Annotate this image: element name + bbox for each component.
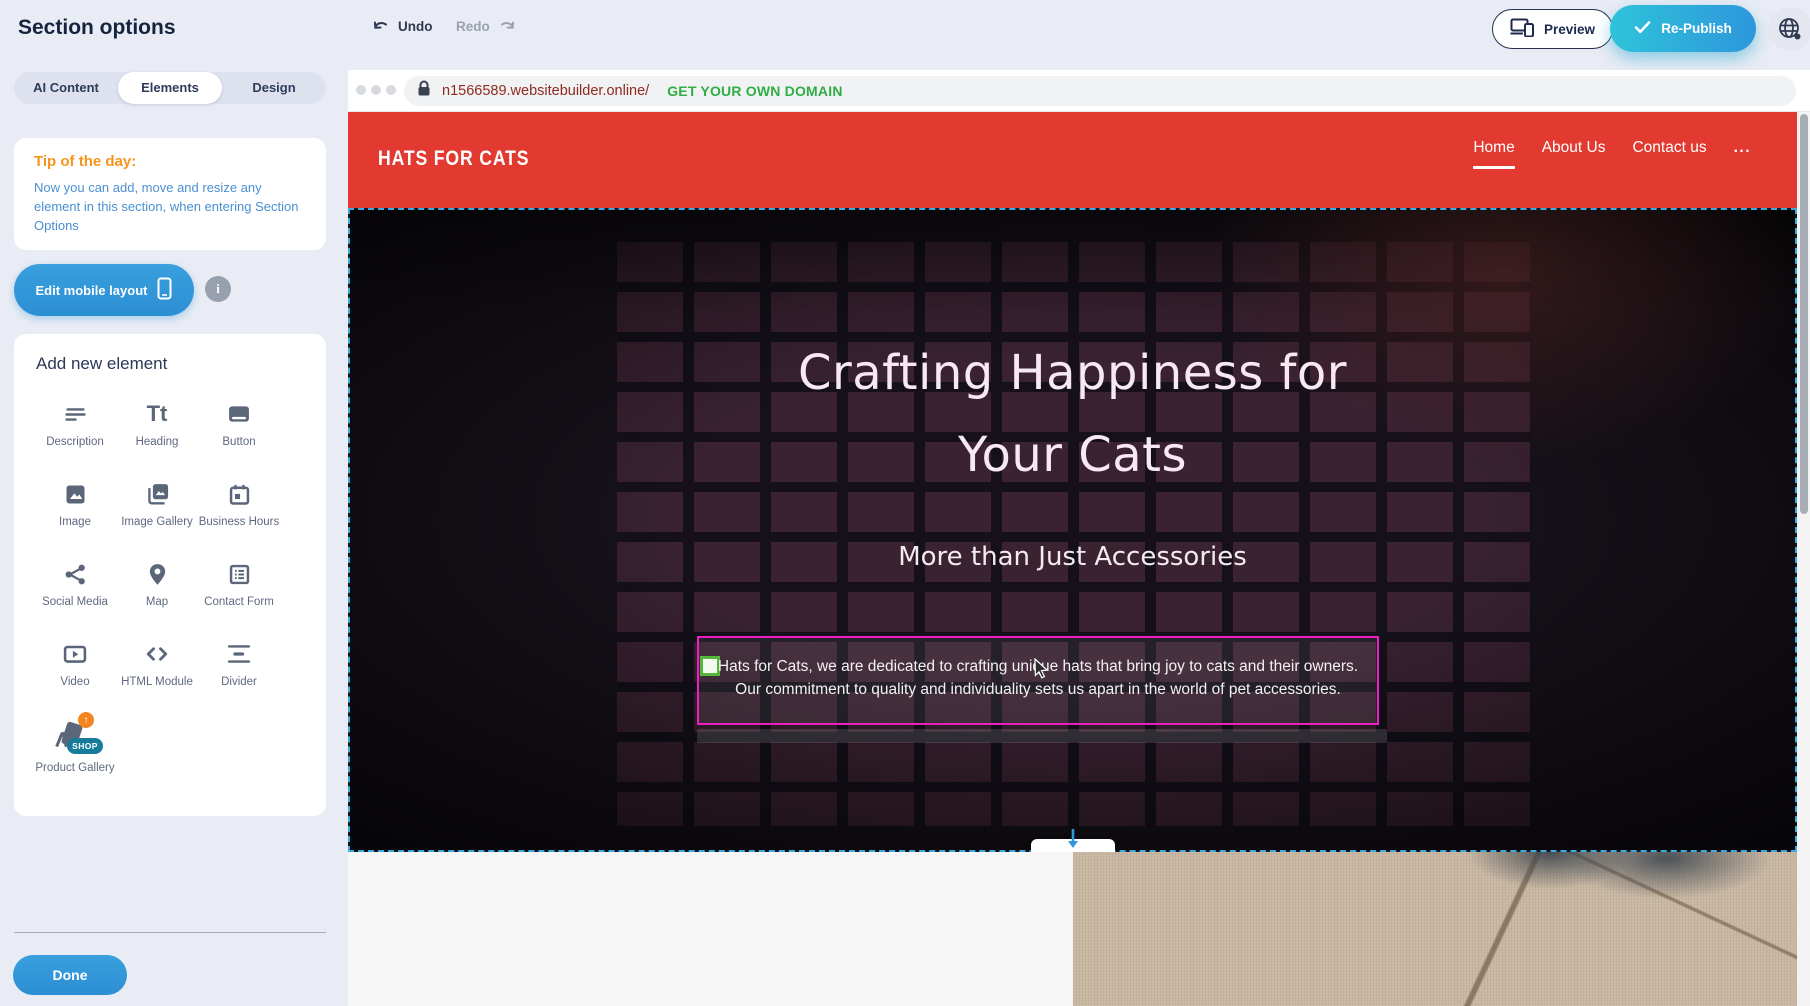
tip-of-the-day-card: Tip of the day: Now you can add, move an… [14, 138, 326, 250]
mobile-phone-icon [157, 277, 172, 303]
tab-design[interactable]: Design [222, 72, 326, 104]
element-html-module[interactable]: HTML Module [116, 638, 198, 718]
element-label: Social Media [42, 595, 108, 610]
get-domain-link[interactable]: GET YOUR OWN DOMAIN [667, 83, 842, 99]
element-heading[interactable]: Tt Heading [116, 398, 198, 478]
globe-button[interactable] [1768, 7, 1810, 51]
scrollbar-thumb[interactable] [1800, 114, 1808, 514]
element-description[interactable]: Description [34, 398, 116, 478]
devices-icon [1510, 18, 1535, 40]
site-url[interactable]: n1566589.websitebuilder.online/ [442, 83, 649, 99]
element-social-media[interactable]: Social Media [34, 558, 116, 638]
element-label: Button [222, 435, 255, 450]
globe-icon [1777, 16, 1803, 42]
nav-home[interactable]: Home [1473, 139, 1514, 169]
image-icon [62, 478, 89, 510]
element-contact-form[interactable]: Contact Form [198, 558, 280, 638]
element-image-gallery[interactable]: Image Gallery [116, 478, 198, 558]
add-panel-title: Add new element [36, 354, 167, 374]
description-icon [62, 398, 89, 430]
edit-mobile-label: Edit mobile layout [36, 283, 148, 298]
hero-paragraph[interactable]: Hats for Cats, we are dedicated to craft… [699, 655, 1377, 701]
check-icon [1634, 20, 1651, 37]
preview-label: Preview [1544, 22, 1595, 37]
html-code-icon [143, 638, 171, 670]
site-nav: Home About Us Contact us ... [1473, 139, 1751, 169]
nav-contact-us[interactable]: Contact us [1632, 139, 1706, 157]
paragraph-element-selected[interactable]: Hats for Cats, we are dedicated to craft… [697, 636, 1379, 725]
info-icon[interactable]: i [205, 276, 231, 302]
element-label: Heading [136, 435, 179, 450]
undo-label: Undo [398, 19, 433, 34]
shop-badge: SHOP [67, 738, 103, 754]
add-element-panel: Add new element Description Tt Heading B… [14, 334, 326, 816]
tip-body: Now you can add, move and resize any ele… [34, 179, 306, 236]
hero-section-selected[interactable]: Crafting Happiness for Your Cats More th… [348, 208, 1797, 852]
element-map[interactable]: Map [116, 558, 198, 638]
undo-icon [373, 17, 391, 36]
done-button[interactable]: Done [13, 955, 127, 995]
sidebar-divider [14, 932, 326, 933]
business-hours-icon [226, 478, 253, 510]
element-label: Image Gallery [121, 515, 193, 530]
lock-icon [417, 80, 431, 102]
undo-button[interactable]: Undo [373, 17, 433, 36]
image-gallery-icon [143, 478, 171, 510]
hero-subtitle[interactable]: More than Just Accessories [350, 542, 1795, 572]
site-header: HATS FOR CATS Home About Us Contact us .… [348, 112, 1797, 208]
element-label: Video [60, 675, 89, 690]
next-section-left-panel [348, 852, 1073, 1006]
upgrade-arrow-badge: ↑ [78, 712, 94, 728]
address-bar[interactable]: n1566589.websitebuilder.online/ GET YOUR… [404, 76, 1796, 106]
element-label: HTML Module [121, 675, 193, 690]
preview-button[interactable]: Preview [1492, 9, 1613, 49]
tip-heading: Tip of the day: [34, 153, 306, 170]
element-label: Product Gallery [35, 761, 114, 776]
edit-mobile-layout-button[interactable]: Edit mobile layout [14, 264, 194, 316]
arrow-down-icon [1066, 829, 1080, 853]
republish-button[interactable]: Re-Publish [1610, 5, 1756, 52]
element-divider[interactable]: Divider [198, 638, 280, 718]
tab-ai-content[interactable]: AI Content [14, 72, 118, 104]
hero-title[interactable]: Crafting Happiness for Your Cats [350, 332, 1795, 496]
preview-scrollbar [1797, 112, 1810, 1006]
element-label: Divider [221, 675, 257, 690]
redo-icon [497, 17, 515, 36]
page-title: Section options [18, 16, 176, 40]
element-button[interactable]: Button [198, 398, 280, 478]
product-gallery-icon: ↑ SHOP [55, 718, 95, 756]
element-label: Description [46, 435, 104, 450]
nav-about-us[interactable]: About Us [1542, 139, 1606, 157]
element-image[interactable]: Image [34, 478, 116, 558]
video-icon [61, 638, 89, 670]
website-builder-app: Section options AI Content Elements Desi… [0, 0, 1810, 1006]
map-pin-icon [144, 558, 171, 590]
element-label: Business Hours [199, 515, 280, 530]
nav-more-button[interactable]: ... [1734, 139, 1751, 157]
social-media-icon [62, 558, 89, 590]
element-product-gallery[interactable]: ↑ SHOP Product Gallery [34, 718, 116, 798]
divider-icon [225, 638, 253, 670]
element-label: Map [146, 595, 168, 610]
element-video[interactable]: Video [34, 638, 116, 718]
tab-elements[interactable]: Elements [118, 72, 222, 104]
redo-label: Redo [456, 19, 490, 34]
element-label: Contact Form [204, 595, 274, 610]
republish-label: Re-Publish [1661, 21, 1732, 36]
element-business-hours[interactable]: Business Hours [198, 478, 280, 558]
browser-traffic-dots [356, 85, 396, 95]
element-label: Image [59, 515, 91, 530]
button-icon [225, 398, 253, 430]
next-section-floor-image [1073, 852, 1797, 1006]
site-logo[interactable]: HATS FOR CATS [378, 147, 529, 171]
heading-icon: Tt [147, 398, 168, 430]
contact-form-icon [226, 558, 253, 590]
element-ghost-bar [697, 729, 1387, 743]
element-grid: Description Tt Heading Button Image [34, 398, 284, 798]
redo-button[interactable]: Redo [456, 17, 515, 36]
sidebar-tabs: AI Content Elements Design [14, 72, 326, 104]
